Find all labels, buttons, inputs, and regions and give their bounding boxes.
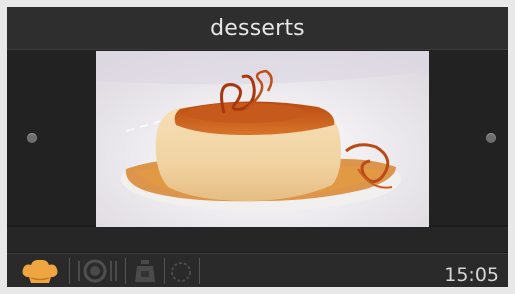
toolbar-divider	[199, 258, 200, 284]
plate-cutlery-icon	[78, 259, 117, 283]
next-dot-icon[interactable]	[486, 133, 496, 143]
toolbar-divider	[69, 258, 70, 284]
tab-weight[interactable]	[127, 256, 163, 286]
bottom-toolbar: 15:05	[7, 253, 508, 287]
page-title: desserts	[210, 15, 305, 41]
timer-icon	[171, 262, 191, 282]
oven-display: desserts 15:05	[7, 7, 508, 287]
flan-illustration	[96, 51, 429, 227]
clock: 15:05	[444, 264, 499, 286]
previous-dot-icon[interactable]	[27, 133, 37, 143]
tab-chef-hat[interactable]	[17, 256, 63, 286]
weight-icon	[135, 260, 155, 282]
tab-timer[interactable]	[165, 256, 197, 286]
chef-hat-icon	[22, 259, 58, 283]
flan-dessert-photo[interactable]	[96, 51, 429, 227]
info-strip	[7, 227, 508, 252]
toolbar-divider	[125, 258, 126, 284]
category-carousel[interactable]	[7, 50, 508, 227]
tab-plate-cutlery[interactable]	[71, 256, 123, 286]
page-title-bar: desserts	[7, 7, 508, 50]
